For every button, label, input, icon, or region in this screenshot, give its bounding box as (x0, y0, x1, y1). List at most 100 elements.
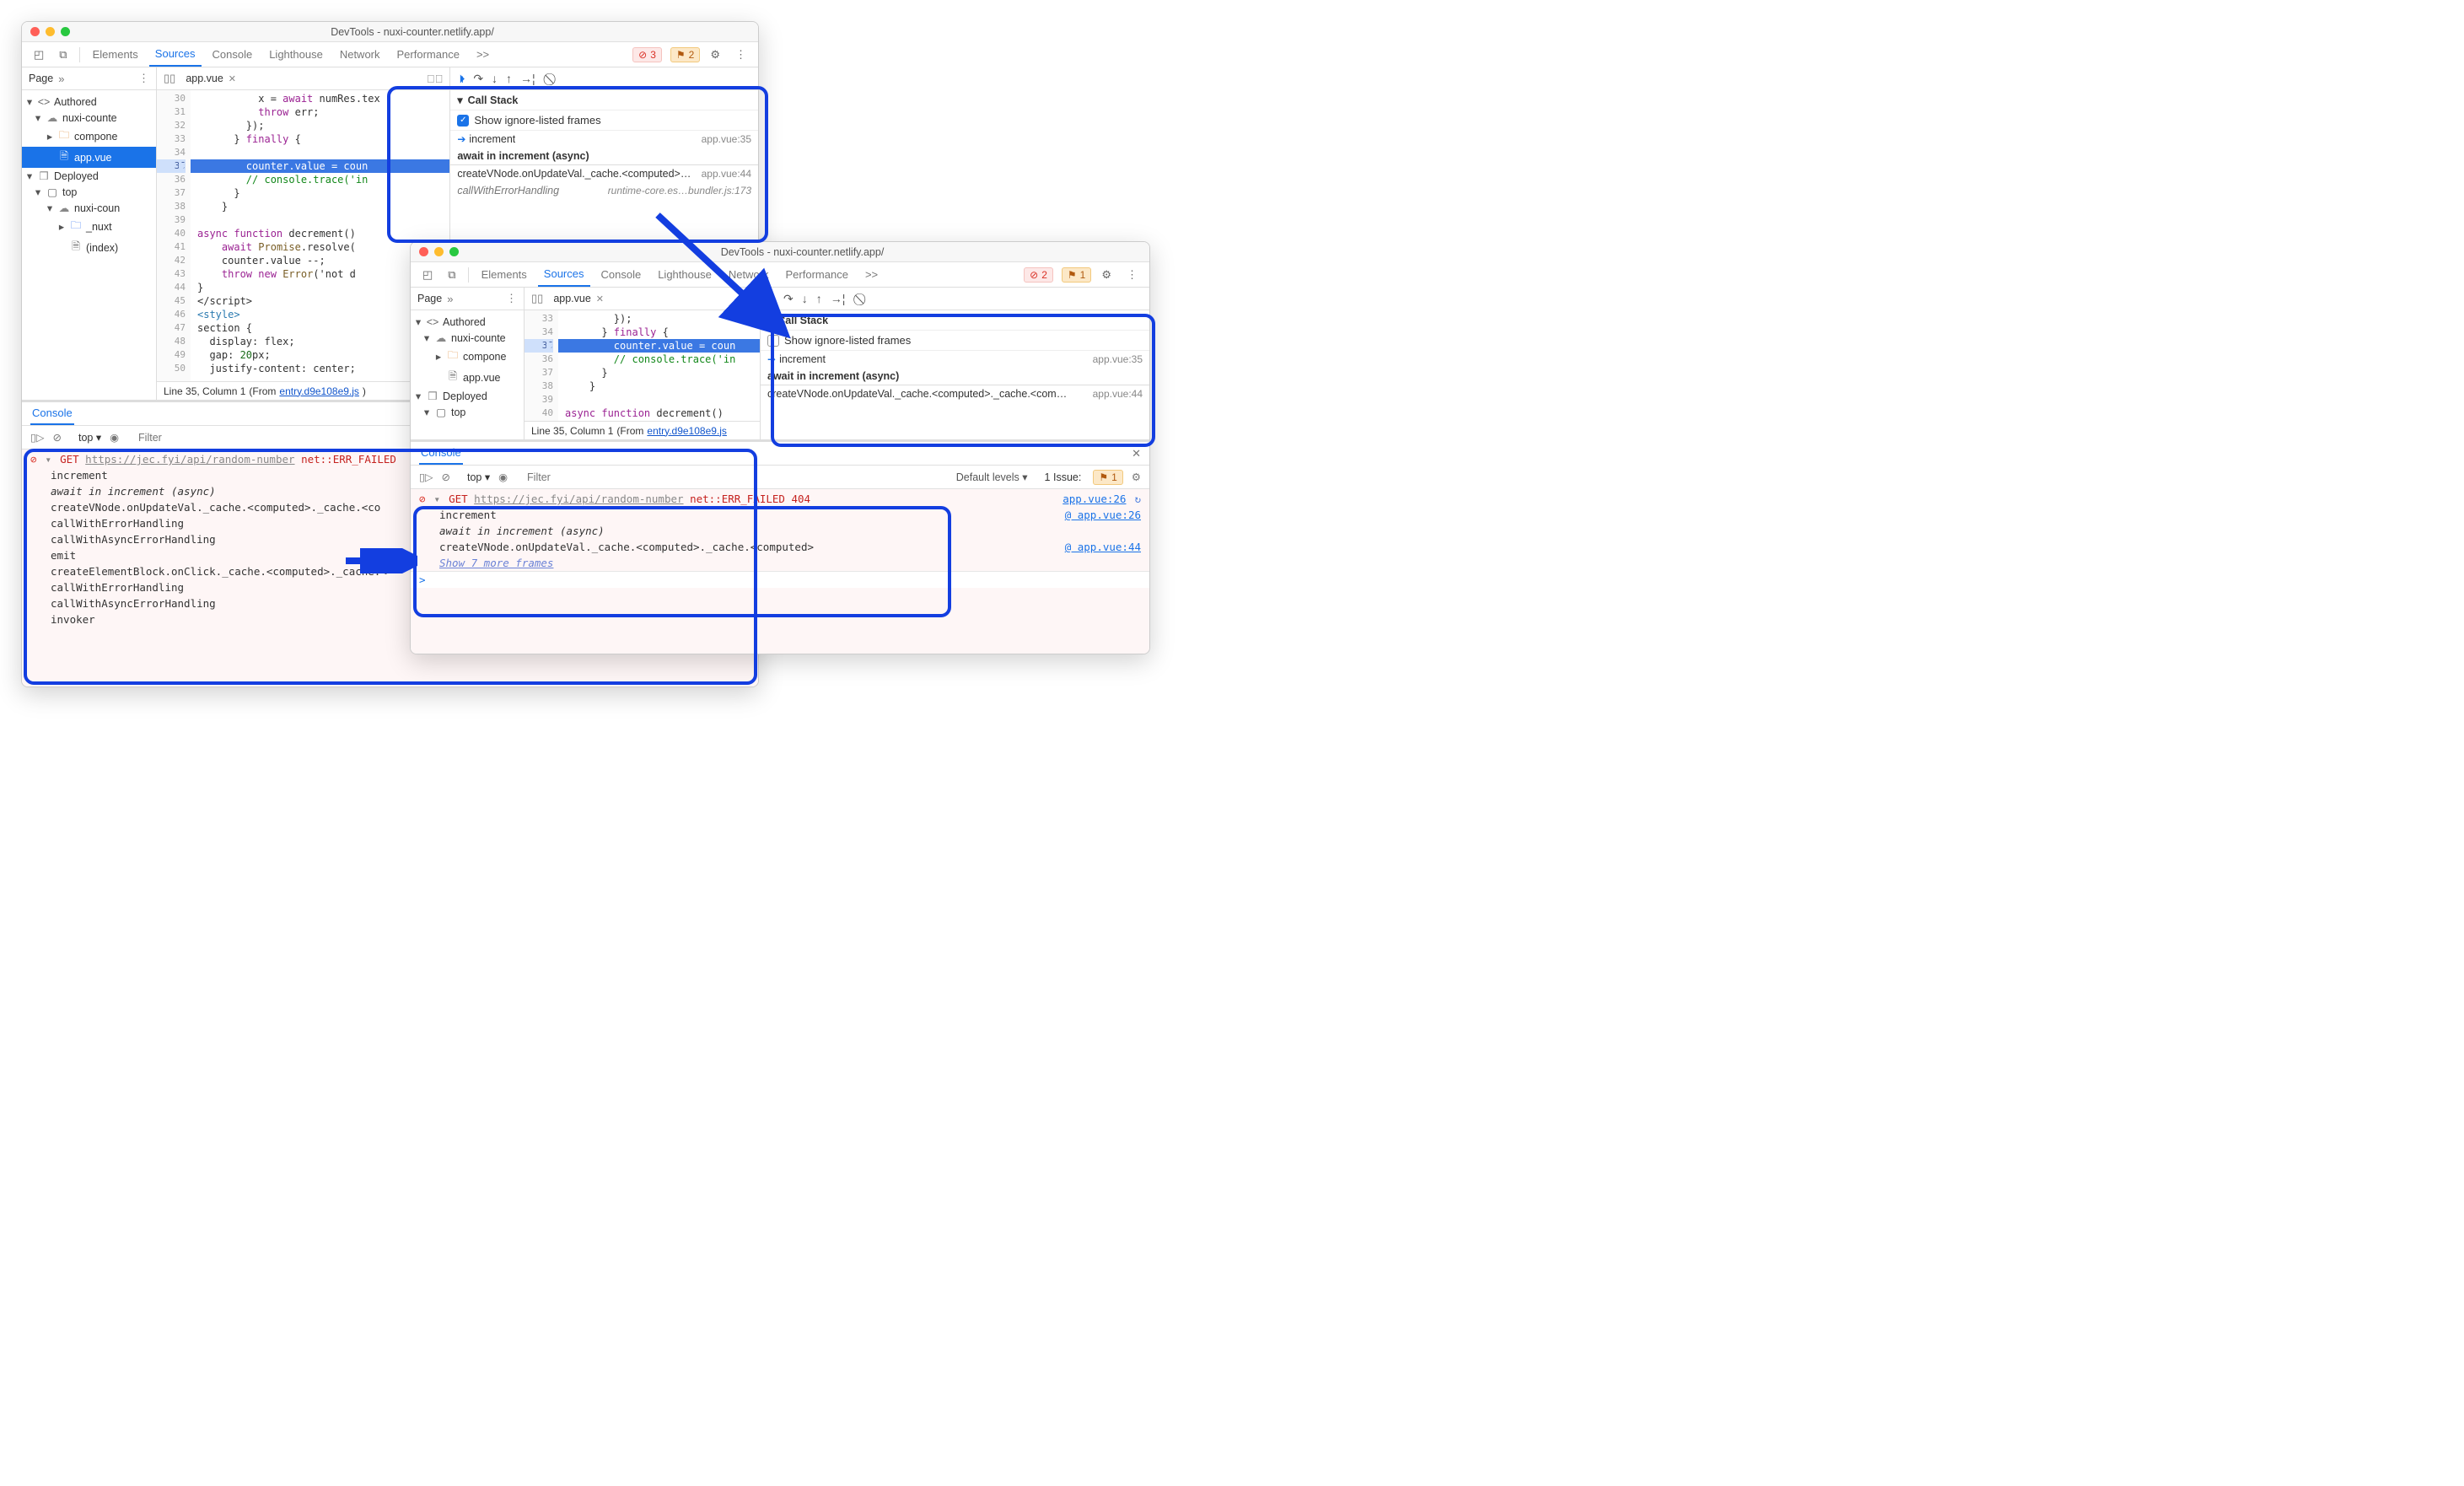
tree-authored[interactable]: ▾<>Authored (22, 94, 156, 110)
tree-top[interactable]: ▾▢top (411, 404, 524, 420)
device-icon[interactable]: ⧉ (443, 265, 460, 285)
minimize-icon[interactable] (434, 247, 444, 256)
minimize-icon[interactable] (46, 27, 55, 36)
settings-icon[interactable]: ⚙ (1096, 265, 1116, 285)
context-selector[interactable]: top ▾ (78, 431, 101, 444)
nav-tab-page[interactable]: Page (29, 73, 53, 84)
replay-xhr-icon[interactable]: ↻ (1134, 493, 1141, 505)
tree-nuxt-folder[interactable]: ▸🗀_nuxt (22, 216, 156, 237)
error-count-badge[interactable]: ⊘ 3 (632, 47, 662, 62)
kebab-icon[interactable]: ⋮ (730, 45, 751, 65)
tree-components[interactable]: ▸🗀compone (411, 346, 524, 367)
resume-icon[interactable]: ⏵⃓ (769, 292, 775, 306)
tab-sources[interactable]: Sources (538, 262, 590, 287)
tab-console[interactable]: Console (595, 263, 648, 286)
tree-index[interactable]: 🗎(index) (22, 237, 156, 258)
step-out-icon[interactable]: ↑ (506, 72, 512, 85)
close-icon[interactable] (30, 27, 40, 36)
live-expression-icon[interactable]: ◉ (498, 471, 508, 483)
callstack-frame[interactable]: await in increment (async) (450, 148, 758, 164)
step-icon[interactable]: →¦ (520, 72, 535, 85)
tab-network[interactable]: Network (723, 263, 775, 286)
show-ignored-checkbox-row[interactable]: Show ignore-listed frames (761, 331, 1149, 351)
console-sidebar-icon[interactable]: ▯▷ (30, 431, 45, 444)
tab-overflow[interactable]: >> (859, 263, 884, 286)
source-map-link[interactable]: entry.d9e108e9.js (279, 385, 359, 397)
tab-performance[interactable]: Performance (391, 43, 465, 66)
nav-kebab-icon[interactable]: ⋮ (506, 292, 517, 305)
drawer-tab-console[interactable]: Console (419, 442, 463, 465)
nav-overflow[interactable]: » (58, 73, 64, 85)
expand-toggle[interactable]: ▾ (46, 453, 52, 466)
callstack-frame[interactable]: ➔incrementapp.vue:35 (450, 131, 758, 148)
settings-icon[interactable]: ⚙ (705, 45, 725, 65)
device-icon[interactable]: ⧉ (54, 45, 72, 65)
tree-deployed[interactable]: ▾❒Deployed (411, 388, 524, 404)
tab-sources[interactable]: Sources (149, 42, 202, 67)
step-into-icon[interactable]: ↓ (492, 72, 498, 85)
close-tab-icon[interactable]: ✕ (229, 73, 236, 84)
console-prompt[interactable]: > (419, 573, 426, 586)
callstack-frame[interactable]: await in increment (async) (761, 368, 1149, 385)
tree-top[interactable]: ▾▢top (22, 184, 156, 200)
tree-authored[interactable]: ▾<>Authored (411, 314, 524, 330)
clear-console-icon[interactable]: ⊘ (53, 431, 62, 444)
file-tab-app-vue[interactable]: app.vue ✕ (548, 290, 609, 307)
stack-location-link[interactable]: @ app.vue:26 (1065, 509, 1141, 521)
show-ignored-checkbox-row[interactable]: ✓ Show ignore-listed frames (450, 110, 758, 131)
console-filter-input[interactable] (525, 469, 948, 486)
issues-count-badge[interactable]: ⚑ 1 (1093, 470, 1122, 485)
live-expression-icon[interactable]: ◉ (110, 431, 119, 444)
clear-console-icon[interactable]: ⊘ (442, 471, 450, 483)
tree-deployed[interactable]: ▾❒Deployed (22, 168, 156, 184)
step-out-icon[interactable]: ↑ (816, 292, 822, 305)
drawer-close-icon[interactable]: ✕ (1132, 447, 1141, 460)
tab-elements[interactable]: Elements (87, 43, 144, 66)
toggle-navigator-icon[interactable]: ▯▯ (531, 292, 543, 305)
tree-nuxi-counter[interactable]: ▾☁nuxi-counte (22, 110, 156, 126)
callstack-header[interactable]: ▾ Call Stack (761, 310, 1149, 331)
file-tab-app-vue[interactable]: app.vue ✕ (180, 70, 241, 87)
callstack-frame[interactable]: createVNode.onUpdateVal._cache.<computed… (761, 385, 1149, 402)
context-selector[interactable]: top ▾ (467, 471, 490, 483)
callstack-frame[interactable]: createVNode.onUpdateVal._cache.<computed… (450, 165, 758, 182)
tree-app-vue[interactable]: 🗎app.vue (411, 367, 524, 388)
code-area[interactable]: }); } finally { counter.value = coun // … (558, 310, 760, 421)
stack-location-link[interactable]: @ app.vue:44 (1065, 541, 1141, 553)
step-over-icon[interactable]: ↷ (473, 72, 483, 86)
log-levels-selector[interactable]: Default levels ▾ (956, 471, 1028, 483)
show-ignored-checkbox[interactable]: ✓ (457, 115, 469, 127)
source-map-link[interactable]: entry.d9e108e9.js (647, 425, 727, 437)
callstack-frame[interactable]: callWithErrorHandlingruntime-core.es…bun… (450, 182, 758, 199)
tab-elements[interactable]: Elements (476, 263, 533, 286)
console-settings-icon[interactable]: ⚙ (1132, 471, 1141, 483)
tab-console[interactable]: Console (207, 43, 259, 66)
inspect-icon[interactable]: ◰ (417, 265, 438, 285)
tree-nuxi-counter[interactable]: ▾☁nuxi-counte (411, 330, 524, 346)
toggle-navigator-icon[interactable]: ▯▯ (164, 72, 175, 85)
step-over-icon[interactable]: ↷ (783, 292, 794, 306)
drawer-tab-console[interactable]: Console (30, 402, 74, 425)
console-sidebar-icon[interactable]: ▯▷ (419, 471, 433, 483)
zoom-icon[interactable] (449, 247, 459, 256)
nav-overflow[interactable]: » (447, 293, 453, 305)
tab-overflow[interactable]: >> (471, 43, 495, 66)
tab-lighthouse[interactable]: Lighthouse (263, 43, 329, 66)
tab-network[interactable]: Network (334, 43, 386, 66)
callstack-header[interactable]: ▾ Call Stack (450, 90, 758, 110)
zoom-icon[interactable] (61, 27, 70, 36)
step-icon[interactable]: →¦ (831, 292, 846, 305)
close-icon[interactable] (419, 247, 428, 256)
kebab-icon[interactable]: ⋮ (1122, 265, 1143, 285)
tree-components[interactable]: ▸🗀compone (22, 126, 156, 147)
expand-toggle[interactable]: ▾ (434, 493, 441, 505)
warning-count-badge[interactable]: ⚑ 1 (1062, 267, 1091, 283)
callstack-frame[interactable]: ➔incrementapp.vue:35 (761, 351, 1149, 368)
error-location-link[interactable]: app.vue:26 (1063, 493, 1126, 505)
run-snippet-icon[interactable]: ▷⃞ (427, 73, 444, 85)
nav-kebab-icon[interactable]: ⋮ (138, 72, 149, 85)
error-count-badge[interactable]: ⊘ 2 (1024, 267, 1053, 283)
tree-app-vue[interactable]: 🗎app.vue (22, 147, 156, 168)
resume-icon[interactable]: ⏵⃓ (459, 72, 465, 86)
nav-tab-page[interactable]: Page (417, 293, 442, 304)
